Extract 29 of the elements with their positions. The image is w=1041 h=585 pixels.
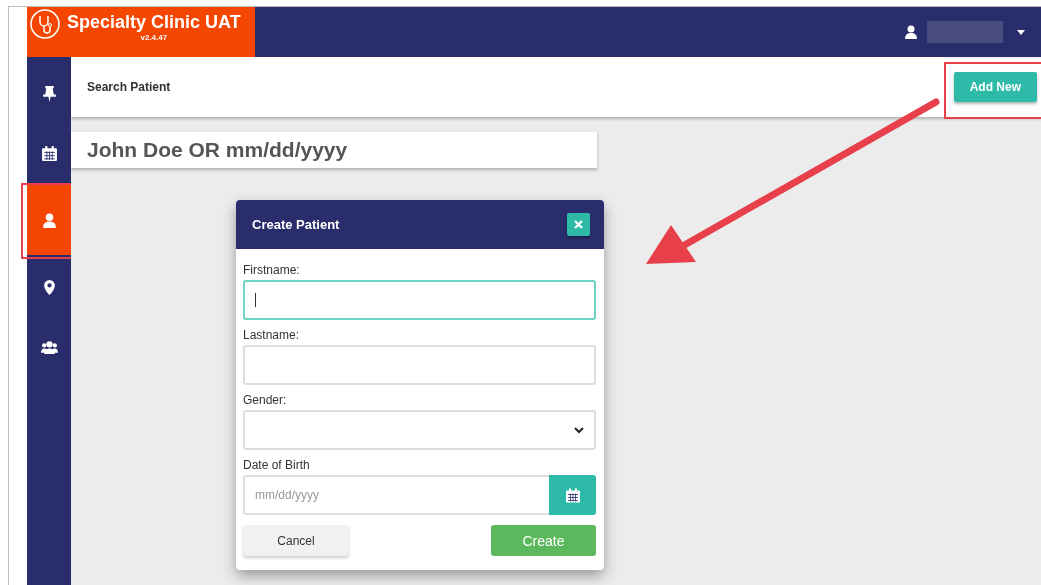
text-cursor xyxy=(255,293,256,307)
dialog-title: Create Patient xyxy=(252,217,340,232)
cancel-button[interactable]: Cancel xyxy=(243,525,349,556)
calendar-button[interactable] xyxy=(549,475,596,515)
field-label: Firstname: xyxy=(243,263,301,277)
calendar-icon xyxy=(564,486,581,504)
search-field[interactable]: John Doe OR mm/dd/yyyy xyxy=(71,132,597,168)
dropdown-field[interactable] xyxy=(243,410,596,450)
field-label: Date of Birth xyxy=(243,458,311,472)
pin-icon xyxy=(40,84,58,102)
add-new-button[interactable]: Add New xyxy=(953,72,1037,102)
stethoscope-icon xyxy=(29,8,61,40)
person-icon xyxy=(40,211,58,229)
field-label: Lastname: xyxy=(243,328,301,342)
app-title: Specialty Clinic UAT xyxy=(67,12,241,33)
chevron-down-icon xyxy=(574,426,584,434)
group-icon xyxy=(40,338,58,356)
close-icon xyxy=(574,220,583,229)
user-icon xyxy=(903,23,919,41)
calendar-icon xyxy=(40,144,58,162)
page-title: Search Patient xyxy=(87,80,171,94)
close-button[interactable] xyxy=(567,213,590,236)
caret-icon[interactable] xyxy=(1017,29,1025,35)
field-label: Gender: xyxy=(243,393,288,407)
version-label: v2.4.47 xyxy=(140,33,168,42)
create-button[interactable]: Create xyxy=(491,525,596,556)
text-field[interactable] xyxy=(243,280,596,320)
date-field[interactable]: mm/dd/yyyy xyxy=(243,475,549,515)
text-field[interactable] xyxy=(243,345,596,385)
